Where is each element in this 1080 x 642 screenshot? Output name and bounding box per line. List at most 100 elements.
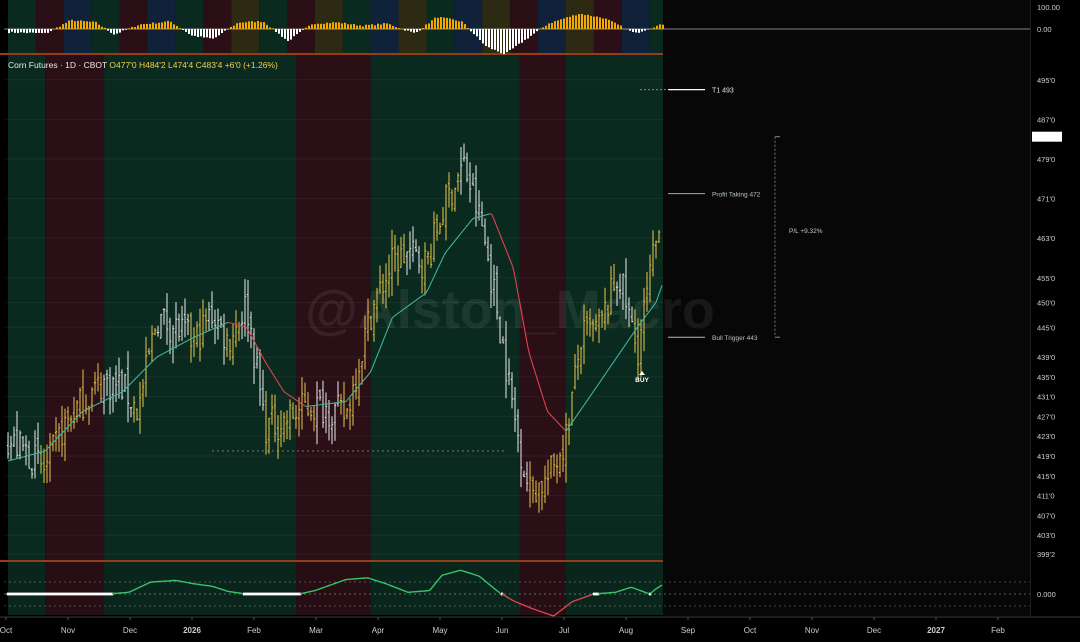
regime-band-osc-bull — [370, 562, 520, 615]
ma-segment — [31, 453, 35, 456]
histogram-bar — [263, 22, 265, 29]
t1-label: T1 493 — [712, 88, 734, 95]
histogram-bar — [521, 29, 523, 43]
histogram-bar — [488, 29, 490, 48]
osc-segment — [403, 590, 407, 593]
histogram-bar — [383, 23, 385, 29]
histogram-bar — [311, 24, 313, 29]
osc-segment — [645, 591, 649, 595]
histogram-bar — [617, 24, 619, 29]
osc-segment — [585, 595, 589, 598]
x-tick-label: Nov — [61, 626, 75, 635]
histogram-bar — [113, 29, 115, 35]
histogram-bar — [236, 23, 238, 29]
y-tick-label: 487'0 — [1037, 115, 1055, 124]
osc-segment — [639, 589, 643, 592]
top-band — [8, 0, 36, 53]
osc-segment — [313, 589, 317, 592]
histogram-bar — [326, 22, 328, 29]
histogram-bar — [446, 17, 448, 29]
osc-segment — [211, 585, 215, 588]
osc-segment — [337, 580, 341, 584]
histogram-bar — [596, 16, 598, 29]
osc-segment — [401, 589, 405, 592]
x-tick-label: Dec — [123, 626, 137, 635]
histogram-bar — [50, 29, 52, 32]
x-tick-label: Feb — [247, 626, 261, 635]
histogram-bar — [470, 29, 472, 32]
histogram-bar — [332, 22, 334, 29]
pl-label: P/L +9.32% — [789, 228, 823, 235]
osc-segment — [341, 579, 345, 582]
ma-segment — [9, 459, 13, 461]
histogram-bar — [98, 24, 100, 29]
osc-segment — [405, 590, 409, 593]
histogram-bar — [65, 22, 67, 29]
histogram-bar — [131, 26, 133, 29]
histogram-bar — [494, 29, 496, 50]
y-tick-label: 495'0 — [1037, 76, 1055, 85]
osc-segment — [329, 583, 333, 586]
osc-segment — [129, 590, 133, 593]
regime-band-bull — [8, 55, 46, 560]
histogram-bar — [164, 21, 166, 29]
histogram-bar — [356, 25, 358, 29]
histogram-bar — [347, 24, 349, 29]
instrument-name: Corn Futures · 1D · CBOT — [8, 60, 108, 70]
osc-segment — [517, 602, 521, 605]
histogram-bar — [251, 21, 253, 29]
histogram-bar — [35, 29, 37, 34]
histogram-bar — [23, 29, 25, 33]
histogram-bar — [368, 24, 370, 29]
histogram-bar — [437, 17, 439, 29]
osc-segment — [445, 572, 449, 575]
ma-segment — [241, 325, 245, 328]
histogram-bar — [341, 23, 343, 29]
histogram-bar — [296, 29, 298, 35]
histogram-bar — [20, 29, 22, 33]
histogram-bar — [362, 26, 364, 29]
osc-segment — [477, 575, 481, 578]
osc-segment — [623, 588, 627, 591]
ma-segment — [485, 213, 489, 216]
histogram-bar — [281, 29, 283, 37]
ma-segment — [35, 452, 39, 455]
osc-segment — [223, 589, 227, 592]
histogram-bar — [203, 29, 205, 38]
histogram-bar — [182, 29, 184, 30]
x-tick-label: 2027 — [927, 626, 945, 635]
osc-segment — [399, 588, 403, 591]
histogram-bar — [86, 21, 88, 29]
histogram-bar — [218, 29, 220, 36]
histogram-bar — [425, 24, 427, 29]
histogram-bar — [134, 27, 136, 29]
histogram-bar — [416, 29, 418, 32]
osc-segment — [549, 614, 553, 617]
ma-segment — [237, 324, 241, 327]
ma-segment — [11, 458, 15, 461]
histogram-bar — [167, 20, 169, 29]
histogram-bar — [56, 27, 58, 29]
histogram-bar — [305, 27, 307, 29]
ma-segment — [481, 214, 485, 217]
ma-segment — [479, 215, 483, 218]
histogram-bar — [377, 23, 379, 29]
y-tick-label: 455'0 — [1037, 274, 1055, 283]
osc-segment — [533, 608, 537, 611]
ma-segment — [21, 456, 25, 458]
histogram-bar — [176, 25, 178, 29]
chart-canvas[interactable]: @Alston_Macro T1 493 Profit Taking 472 Bul… — [0, 0, 1080, 642]
chart-window[interactable]: @Alston_Macro T1 493 Profit Taking 472 Bul… — [0, 0, 1080, 642]
histogram-bar — [200, 29, 202, 37]
osc-segment — [381, 581, 385, 584]
histogram-bar — [185, 29, 187, 32]
top-band — [203, 0, 232, 53]
histogram-bar — [629, 29, 631, 31]
osc-segment — [583, 596, 587, 599]
osc-segment — [139, 585, 143, 588]
histogram-bar — [491, 29, 493, 50]
osc-segment — [213, 586, 217, 589]
histogram-bar — [428, 23, 430, 29]
x-tick-label: Apr — [372, 626, 385, 635]
histogram-bar — [242, 22, 244, 29]
